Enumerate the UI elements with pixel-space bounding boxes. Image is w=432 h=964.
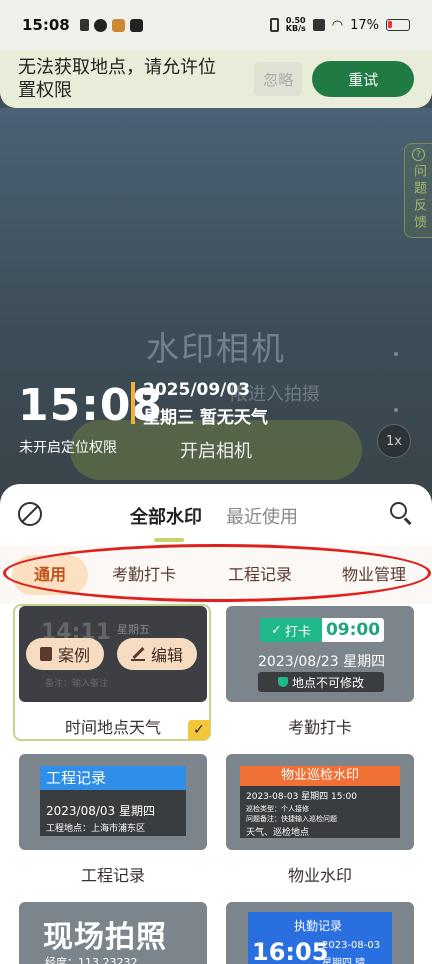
duty-weekday: 星期四 晴 xyxy=(322,958,366,964)
check-mark-icon: ✓ xyxy=(271,622,282,638)
feedback-button[interactable]: ? 问题反馈 xyxy=(404,143,432,238)
card-label: 工程记录 xyxy=(80,866,145,885)
shield-icon xyxy=(277,677,288,687)
site-photo-coord: 经度：113.23232 xyxy=(45,956,138,964)
watermark-card-attendance[interactable]: ✓ 打卡 09:00 2023/08/23 星期四 地点不可修改 xyxy=(226,606,414,702)
property-line1: 巡检类型：个人接修 xyxy=(246,805,309,813)
property-line3: 天气、巡检地点 xyxy=(246,828,310,838)
overlay-time: 15:08 xyxy=(18,380,164,431)
tab-all-watermarks[interactable]: 全部水印 xyxy=(130,503,202,529)
tab-recent[interactable]: 最近使用 xyxy=(226,503,298,529)
watermark-card-engineering[interactable]: 工程记录 2023/08/03 星期四 工程地点：上海市浦东区 xyxy=(19,754,207,850)
wifi-icon: ◠ xyxy=(331,17,344,33)
duty-date: 2023-08-03 xyxy=(322,940,381,951)
battery-percent: 17% xyxy=(350,17,379,33)
tiktok-icon xyxy=(129,18,143,32)
example-button[interactable]: 案例 xyxy=(26,638,105,670)
engineering-date: 2023/08/03 星期四 xyxy=(46,804,155,818)
location-message: 无法获取地点，请允许位置权限 xyxy=(18,57,216,101)
lock-note: 地点不可修改 xyxy=(258,672,384,692)
question-icon: ? xyxy=(412,148,425,161)
dot-indicator xyxy=(394,352,398,356)
net-speed: 0.50 KB/s xyxy=(286,17,306,33)
battery-icon xyxy=(386,19,410,31)
punch-label: 打卡 xyxy=(284,624,311,640)
card-preview-note: 备注：输入备注 xyxy=(45,679,109,689)
watermark-card-duty[interactable]: 执勤记录 16:05 2023-08-03 星期四 晴 xyxy=(226,902,414,964)
app-icon xyxy=(93,18,107,32)
card-preview-weekday: 星期五 xyxy=(117,623,150,636)
edit-button[interactable]: 编辑 xyxy=(117,638,198,670)
overlay-location-status: 未开启定位权限 xyxy=(19,440,117,456)
vibrate-icon xyxy=(269,18,279,32)
punch-badge: ✓ 打卡 xyxy=(260,618,322,642)
feedback-label: 问题反馈 xyxy=(411,164,426,232)
search-icon[interactable] xyxy=(390,502,412,525)
property-header: 物业巡检水印 xyxy=(240,766,400,786)
duty-header: 执勤记录 xyxy=(294,919,343,933)
zoom-button[interactable]: 1x xyxy=(377,424,411,458)
ignore-button[interactable]: 忽略 xyxy=(254,62,303,96)
attendance-date: 2023/08/23 星期四 xyxy=(258,654,386,670)
overlay-weekday-weather: 星期三 暂无天气 xyxy=(143,408,268,428)
engineering-location: 工程地点：上海市浦东区 xyxy=(46,824,146,834)
category-general[interactable]: 通用 xyxy=(12,555,88,595)
sheet-header: 全部水印 最近使用 xyxy=(0,484,432,544)
card-label: 时间地点天气 xyxy=(64,718,161,737)
dot-indicator xyxy=(394,408,398,412)
site-photo-title: 现场拍照 xyxy=(43,920,167,955)
camera-title: 水印相机 xyxy=(146,329,286,368)
card-label: 考勤打卡 xyxy=(287,718,352,737)
check-icon: ✓ xyxy=(188,720,210,740)
duty-time: 16:05 xyxy=(252,938,329,964)
tab-underline xyxy=(154,538,184,542)
punch-time: 09:00 xyxy=(322,618,384,642)
pencil-icon xyxy=(131,647,145,661)
weibo-icon xyxy=(111,18,125,32)
retry-button[interactable]: 重试 xyxy=(312,61,414,97)
notification-icons xyxy=(79,18,143,32)
net-speed-unit: KB/s xyxy=(285,24,306,33)
category-engineering[interactable]: 工程记录 xyxy=(228,555,292,595)
watermark-card-property[interactable]: 物业巡检水印 2023-08-03 星期四 15:00 巡检类型：个人接修 问题… xyxy=(226,754,414,850)
category-attendance[interactable]: 考勤打卡 xyxy=(112,555,176,595)
property-datetime: 2023-08-03 星期四 15:00 xyxy=(246,792,357,802)
engineering-header: 工程记录 xyxy=(40,766,186,790)
overlay-date: 2025/09/03 xyxy=(143,380,251,400)
card-label: 物业水印 xyxy=(287,866,352,885)
location-permission-banner: 无法获取地点，请允许位置权限 忽略 重试 xyxy=(0,50,432,108)
property-line2: 问题备注：快捷输入巡检问题 xyxy=(246,815,337,823)
book-icon xyxy=(40,647,52,661)
sim-icon xyxy=(79,19,89,31)
lock-note-text: 地点不可修改 xyxy=(291,675,364,690)
watermark-card-site-photo[interactable]: 现场拍照 经度：113.23232 xyxy=(19,902,207,964)
edit-label: 编辑 xyxy=(151,646,184,665)
no-watermark-icon[interactable] xyxy=(18,502,42,526)
overlay-accent-bar xyxy=(131,382,135,424)
status-bar: 15:08 0.50 KB/s ◠ 17% xyxy=(0,0,432,50)
category-property[interactable]: 物业管理 xyxy=(342,555,406,595)
example-label: 案例 xyxy=(58,646,91,665)
status-time: 15:08 xyxy=(22,16,70,34)
data-icon xyxy=(312,19,325,31)
